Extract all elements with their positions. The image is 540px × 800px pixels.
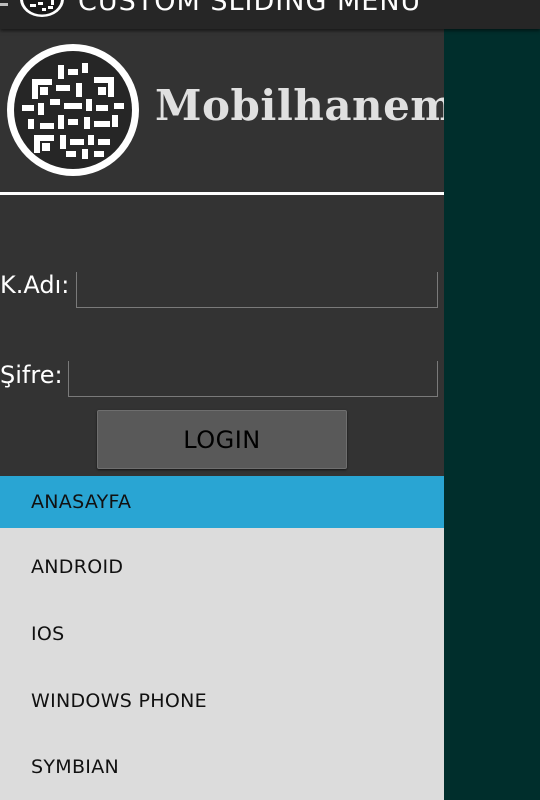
menu-item-symbian[interactable]: SYMBIAN <box>0 741 444 793</box>
menu-item-anasayfa[interactable]: ANASAYFA <box>0 476 444 528</box>
brand-divider <box>0 192 444 195</box>
menu-item-windows-phone[interactable]: WINDOWS PHONE <box>0 675 444 727</box>
sliding-drawer: Mobilhanem K.Adı: Şifre: LOGIN ANASAYFA … <box>0 29 455 800</box>
menu-item-android[interactable]: ANDROID <box>0 541 444 593</box>
up-caret-icon[interactable] <box>0 3 8 6</box>
brand-header: Mobilhanem <box>0 29 455 195</box>
app-title: CUSTOM SLIDING MENU <box>78 0 422 17</box>
brand-name: Mobilhanem <box>155 81 456 130</box>
app-qr-icon[interactable] <box>18 0 66 18</box>
main-content[interactable] <box>444 29 540 800</box>
password-label: Şifre: <box>0 361 63 389</box>
login-button[interactable]: LOGIN <box>97 410 347 469</box>
nav-menu: ANASAYFA ANDROID IOS WINDOWS PHONE SYMBI… <box>0 476 444 800</box>
action-bar: CUSTOM SLIDING MENU <box>0 0 540 29</box>
qr-code-logo-icon <box>7 44 139 176</box>
username-input[interactable] <box>76 272 438 308</box>
password-input[interactable] <box>68 361 438 397</box>
menu-item-ios[interactable]: IOS <box>0 608 444 660</box>
username-label: K.Adı: <box>0 271 70 299</box>
